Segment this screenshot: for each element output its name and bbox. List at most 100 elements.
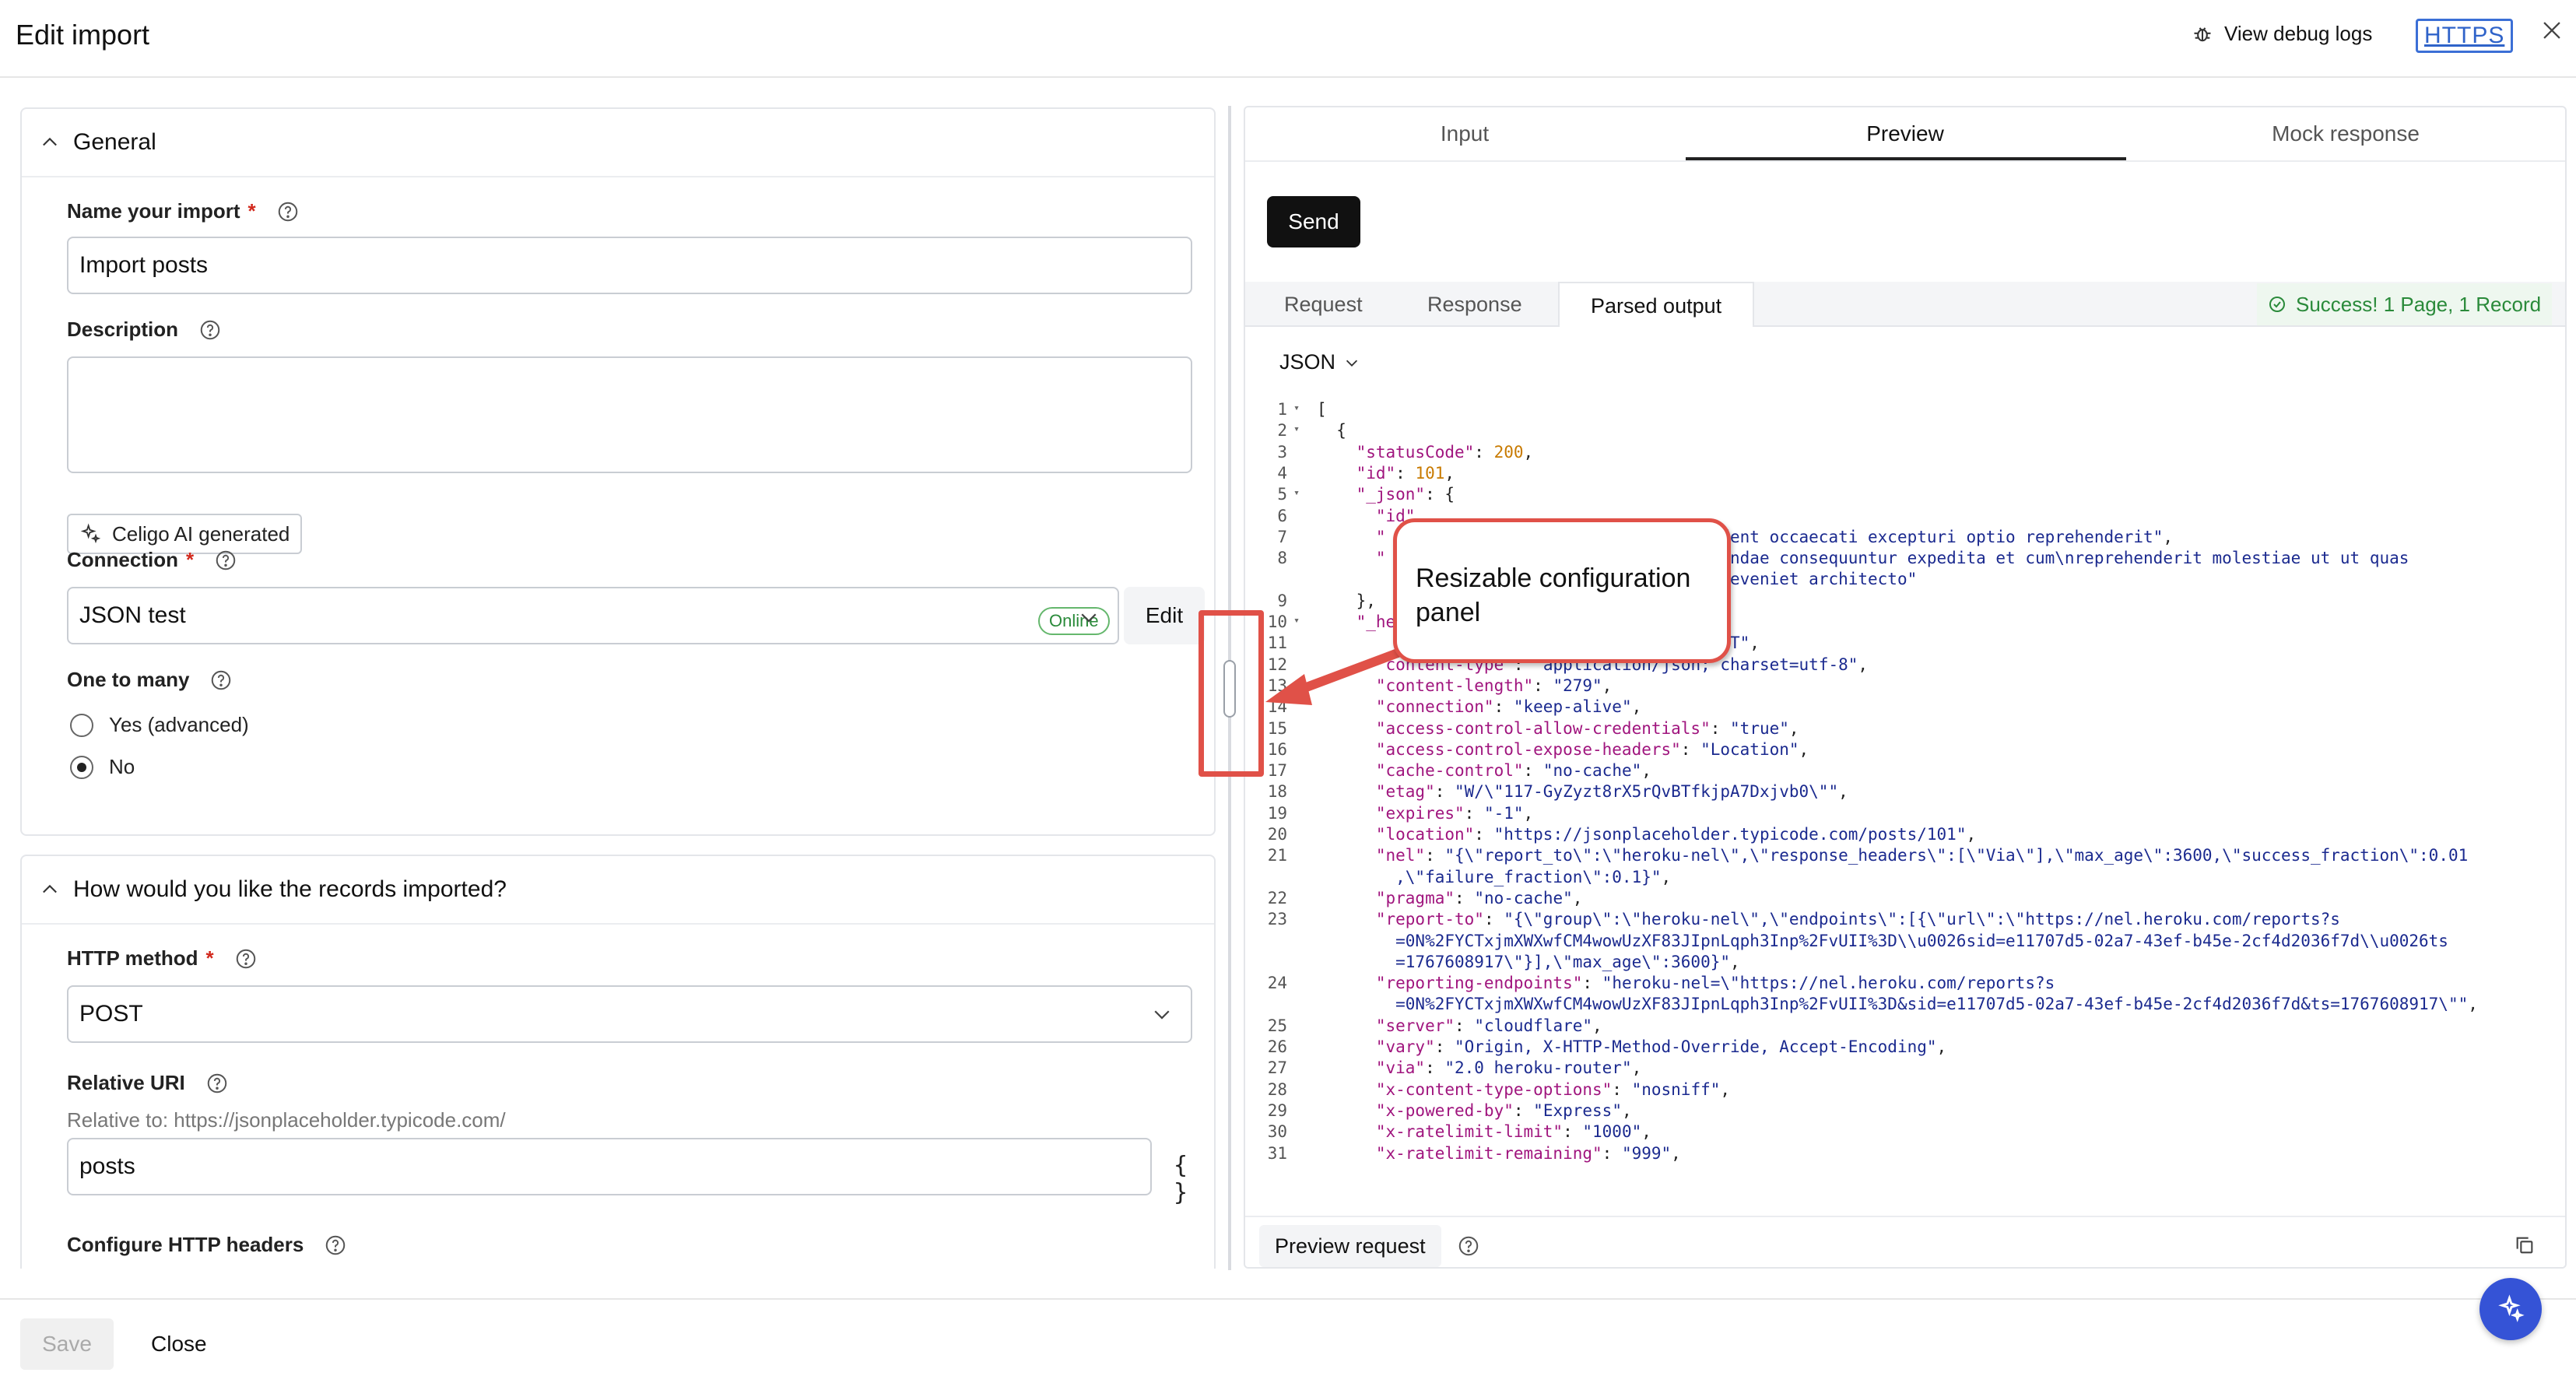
code-line: "id" bbox=[1317, 507, 1416, 525]
close-button[interactable]: Close bbox=[151, 1318, 207, 1370]
code-token: "via" bbox=[1317, 1058, 1426, 1078]
code-token: " bbox=[1317, 549, 1386, 568]
check-circle-icon bbox=[2269, 297, 2285, 312]
send-button[interactable]: Send bbox=[1267, 196, 1360, 247]
code-line: "reporting-endpoints": "heroku-nel=\"htt… bbox=[1317, 974, 2055, 992]
line-number: 21 bbox=[1267, 846, 1287, 865]
tab-input[interactable]: Input bbox=[1245, 121, 1684, 146]
subtab-parsed-output[interactable]: Parsed output bbox=[1558, 282, 1755, 327]
handlebars-editor-button[interactable]: { } bbox=[1174, 1152, 1214, 1206]
code-token: : bbox=[1680, 739, 1701, 759]
code-line: "etag": "W/\"117-GyZyzt8rX5rQvBTfkjpA7Dx… bbox=[1317, 782, 1848, 801]
code-token: "connection" bbox=[1317, 697, 1494, 717]
save-button[interactable]: Save bbox=[20, 1318, 114, 1370]
code-token: "true" bbox=[1730, 718, 1789, 738]
help-circle-icon[interactable] bbox=[198, 318, 222, 342]
code-token: , bbox=[1641, 1122, 1651, 1142]
code-token: "access-control-allow-credentials" bbox=[1317, 718, 1711, 738]
code-token: "-1" bbox=[1483, 803, 1524, 823]
help-circle-icon[interactable] bbox=[209, 669, 233, 692]
code-token: "_json" bbox=[1317, 485, 1426, 504]
edit-connection-button[interactable]: Edit bbox=[1124, 587, 1205, 644]
code-token: "content-length" bbox=[1317, 676, 1534, 695]
help-circle-icon[interactable] bbox=[234, 947, 258, 971]
copy-icon[interactable] bbox=[2514, 1234, 2536, 1256]
line-number: 2 ▾ bbox=[1277, 421, 1300, 441]
code-line: "x-ratelimit-limit": "1000", bbox=[1317, 1122, 1651, 1141]
code-token: "nosniff" bbox=[1631, 1079, 1721, 1099]
code-token: "pragma" bbox=[1317, 888, 1455, 907]
help-circle-icon[interactable] bbox=[324, 1234, 347, 1257]
code-token: : { bbox=[1425, 485, 1455, 504]
radio-circle[interactable] bbox=[70, 713, 93, 737]
code-token: "279" bbox=[1553, 676, 1602, 695]
format-value: JSON bbox=[1279, 350, 1336, 374]
help-circle-icon[interactable] bbox=[276, 200, 300, 223]
general-section-header[interactable]: General bbox=[22, 109, 1214, 177]
subtab-response[interactable]: Response bbox=[1427, 282, 1522, 327]
radio-yes-advanced[interactable]: Yes (advanced) bbox=[70, 713, 249, 737]
ai-assistant-button[interactable] bbox=[2479, 1278, 2542, 1340]
fold-toggle-icon[interactable]: ▾ bbox=[1293, 402, 1300, 414]
help-circle-icon[interactable] bbox=[214, 549, 237, 572]
preview-panel: Input Preview Mock response Send Request… bbox=[1244, 106, 2567, 1269]
connection-select[interactable]: JSON test Online bbox=[67, 587, 1119, 644]
import-name-input[interactable]: Import posts bbox=[67, 237, 1192, 294]
format-select[interactable]: JSON bbox=[1279, 350, 1360, 374]
ai-assistant-icon bbox=[2498, 1294, 2525, 1322]
general-section-title: General bbox=[73, 129, 156, 155]
connection-value: JSON test bbox=[79, 602, 186, 628]
line-number-gutter: 1 ▾ 2 ▾ 3 4 5 ▾ 6 7 8 9 10 ▾ 11 12 13 14 15 16 17 18 19 20 21 22 2… bbox=[1245, 397, 1301, 1203]
fold-toggle-icon[interactable]: ▾ bbox=[1293, 487, 1300, 499]
close-icon[interactable] bbox=[2539, 17, 2565, 44]
tab-preview[interactable]: Preview bbox=[1686, 121, 2125, 146]
required-marker: * bbox=[186, 548, 195, 571]
code-token: : bbox=[1425, 1058, 1445, 1078]
code-token: : bbox=[1395, 463, 1416, 483]
code-line: "expires": "-1", bbox=[1317, 804, 1533, 823]
success-status-text: Success! 1 Page, 1 Record bbox=[2296, 292, 2542, 316]
line-number: 24 bbox=[1267, 974, 1287, 993]
chevron-down-icon bbox=[1346, 360, 1358, 367]
description-textarea[interactable] bbox=[67, 356, 1192, 473]
code-token: , bbox=[1631, 1058, 1642, 1078]
code-token: , bbox=[1750, 634, 1760, 653]
code-line: "_he bbox=[1317, 613, 1396, 631]
code-token: , bbox=[1788, 718, 1799, 738]
https-link[interactable]: HTTPS bbox=[2416, 19, 2514, 53]
code-token: [ bbox=[1317, 400, 1327, 419]
relative-uri-input[interactable]: posts bbox=[67, 1138, 1152, 1195]
help-circle-icon[interactable] bbox=[205, 1072, 229, 1095]
subtab-request[interactable]: Request bbox=[1284, 282, 1363, 327]
line-number: 23 bbox=[1267, 910, 1287, 929]
code-line: "location": "https://jsonplaceholder.typ… bbox=[1317, 825, 1976, 844]
required-marker: * bbox=[205, 946, 214, 970]
view-debug-logs-button[interactable]: View debug logs bbox=[2192, 22, 2372, 46]
code-line: { bbox=[1317, 421, 1346, 440]
preview-request-button[interactable]: Preview request bbox=[1259, 1225, 1441, 1267]
code-token: "{\"report_to\":\"heroku-nel\",\"respons… bbox=[1444, 846, 2469, 865]
line-number: 31 bbox=[1267, 1143, 1287, 1163]
footer-bar: Save Close bbox=[0, 1298, 2576, 1376]
code-token: "no-cache" bbox=[1474, 888, 1573, 907]
fold-toggle-icon[interactable]: ▾ bbox=[1293, 615, 1300, 627]
help-circle-icon[interactable] bbox=[1457, 1234, 1480, 1258]
chevron-up-icon bbox=[43, 884, 57, 893]
code-token: , bbox=[1444, 463, 1455, 483]
http-method-select[interactable]: POST bbox=[67, 985, 1192, 1043]
radio-no[interactable]: No bbox=[70, 755, 135, 779]
code-line: "x-content-type-options": "nosniff", bbox=[1317, 1080, 1730, 1099]
code-token: =0N%2FYCTxjmXWXwfCM4wowUzXF83JIpnLqph3In… bbox=[1317, 931, 2448, 950]
code-token: "expires" bbox=[1317, 803, 1465, 823]
import-method-section-header[interactable]: How would you like the records imported? bbox=[22, 856, 1214, 925]
code-token: : bbox=[1493, 697, 1514, 717]
code-token: : bbox=[1434, 1037, 1455, 1056]
radio-circle-selected[interactable] bbox=[70, 755, 93, 779]
code-token: : bbox=[1710, 718, 1731, 738]
fold-toggle-icon[interactable]: ▾ bbox=[1293, 423, 1300, 435]
tab-mock-response[interactable]: Mock response bbox=[2126, 121, 2565, 146]
http-method-value: POST bbox=[79, 1001, 143, 1027]
relative-to-hint: Relative to: https://jsonplaceholder.typ… bbox=[67, 1108, 506, 1132]
code-token: , bbox=[1631, 697, 1642, 717]
code-token: =1767608917\"}],\"max_age\":3600}" bbox=[1317, 952, 1731, 971]
